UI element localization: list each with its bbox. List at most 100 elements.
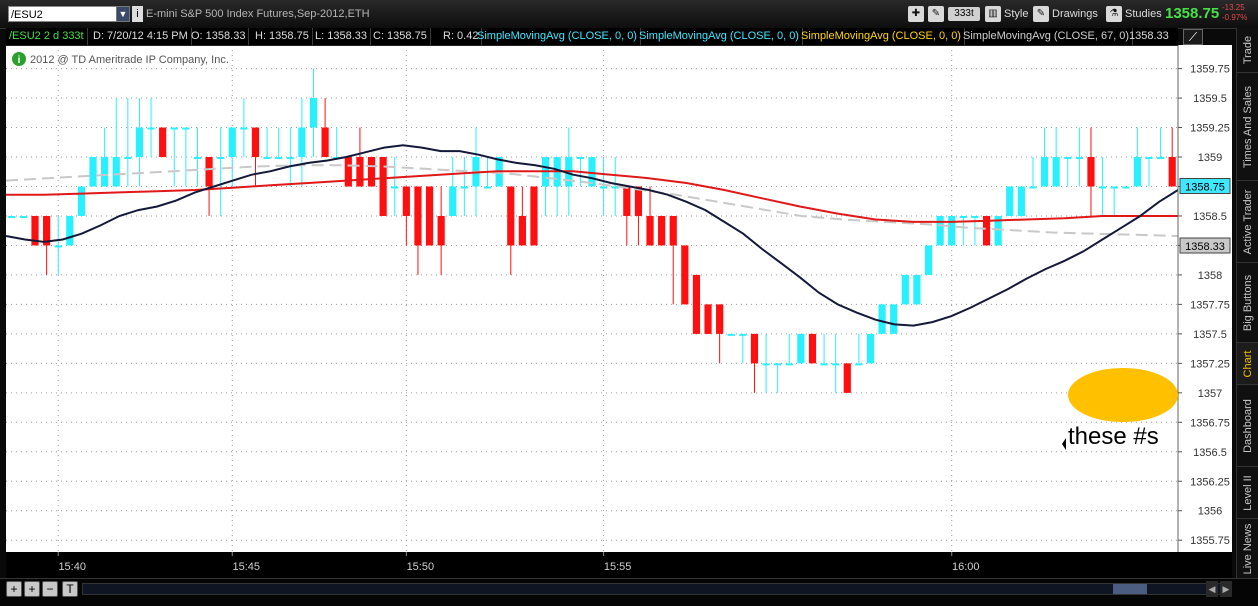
time-tick-label: 15:55 bbox=[604, 561, 632, 573]
candle-body bbox=[205, 157, 213, 187]
timeframe-selector[interactable]: 333t bbox=[948, 7, 980, 21]
bottom-toolbar: + + − T ◀ ▶ bbox=[0, 578, 1258, 606]
candle-body bbox=[77, 186, 86, 216]
candle-body bbox=[866, 333, 875, 364]
candle-body bbox=[449, 186, 457, 216]
studies-icon: ⚗ bbox=[1106, 6, 1122, 22]
info-icon[interactable]: i bbox=[132, 6, 143, 22]
price-tick-label: 1357.5 bbox=[1193, 329, 1227, 341]
candle-body bbox=[762, 363, 770, 366]
candle-body bbox=[1145, 157, 1153, 160]
time-tick-label: 16:00 bbox=[952, 561, 980, 573]
candle-body bbox=[855, 363, 863, 366]
candle-body bbox=[518, 215, 526, 246]
price-tick-label: 1356.25 bbox=[1190, 476, 1230, 488]
last-price: 1358.75 bbox=[1165, 5, 1220, 22]
candle-body bbox=[298, 127, 306, 158]
plot-area bbox=[6, 45, 1178, 552]
candle-body bbox=[356, 157, 364, 187]
candle-body bbox=[600, 186, 608, 189]
net-change: -13.25 bbox=[1222, 3, 1245, 12]
candle-body bbox=[182, 127, 190, 130]
candle-body bbox=[1122, 186, 1130, 189]
instrument-description: E-mini S&P 500 Index Futures,Sep-2012,ET… bbox=[146, 8, 370, 20]
percent-change: -0.97% bbox=[1222, 13, 1248, 22]
drawings-button[interactable]: ✎ Drawings bbox=[1033, 5, 1098, 23]
tab-times-and-sales[interactable]: Times And Sales bbox=[1237, 73, 1258, 181]
time-tick-label: 15:50 bbox=[407, 561, 435, 573]
candle-body bbox=[890, 304, 898, 334]
studies-button[interactable]: ⚗ Studies bbox=[1106, 5, 1162, 23]
candle-body bbox=[437, 215, 445, 246]
symbol-input[interactable]: /ESU2 bbox=[8, 6, 118, 22]
candle-body bbox=[704, 304, 712, 334]
price-chart[interactable]: 1359.75 1359.5 1359.25 1359 1358.75 1358.5 135… bbox=[0, 0, 1236, 578]
scrollbar-thumb[interactable] bbox=[1113, 584, 1147, 594]
candle-body bbox=[808, 333, 817, 364]
studies-label: Studies bbox=[1125, 8, 1162, 20]
candle-body bbox=[8, 215, 16, 218]
zoom-fit-button[interactable]: + bbox=[24, 581, 40, 597]
text-tool-button[interactable]: T bbox=[62, 581, 78, 597]
candle-body bbox=[1087, 157, 1095, 187]
tab-chart[interactable]: Chart bbox=[1237, 343, 1258, 385]
candle-body bbox=[820, 363, 828, 366]
status-study-1: SimpleMovingAvg (CLOSE, 0, 0) bbox=[474, 28, 641, 45]
time-tick-label: 15:40 bbox=[58, 561, 86, 573]
drawing-tool-button[interactable]: ✎ bbox=[928, 5, 947, 23]
status-low: L: 1358.33 bbox=[312, 28, 371, 45]
candle-body bbox=[936, 215, 944, 246]
chart-style-toggle-button[interactable]: ⟋ bbox=[1183, 29, 1203, 45]
candle-body bbox=[530, 186, 538, 246]
status-open: O: 1358.33 bbox=[188, 28, 250, 45]
candle-body bbox=[170, 127, 178, 130]
candle-body bbox=[367, 157, 376, 187]
candle-body bbox=[1017, 186, 1025, 216]
annotation-text: these #s bbox=[1068, 423, 1159, 450]
candle-body bbox=[1168, 157, 1176, 187]
candle-body bbox=[1156, 157, 1165, 160]
candle-body bbox=[135, 127, 144, 158]
candle-body bbox=[739, 333, 747, 336]
candle-body bbox=[576, 157, 584, 160]
candle-body bbox=[1075, 157, 1083, 160]
tab-level-ii[interactable]: Level II bbox=[1237, 467, 1258, 519]
candle-body bbox=[1040, 157, 1049, 187]
crosshair-tool-button[interactable]: ✚ bbox=[908, 5, 927, 23]
price-tick-label: 1356.75 bbox=[1190, 417, 1230, 429]
candle-body bbox=[286, 157, 294, 160]
zoom-in-button[interactable]: + bbox=[6, 581, 22, 597]
tab-live-news[interactable]: Live News bbox=[1237, 519, 1258, 580]
tab-big-buttons[interactable]: Big Buttons bbox=[1237, 263, 1258, 343]
candle-body bbox=[193, 157, 202, 160]
candle-body bbox=[785, 363, 793, 366]
candle-body bbox=[1098, 186, 1107, 189]
chart-status-bar: /ESU2 2 d 333t D: 7/20/12 4:15 PM O: 135… bbox=[6, 28, 1178, 46]
drawings-icon: ✎ bbox=[1033, 6, 1049, 22]
candle-body bbox=[101, 157, 109, 187]
scroll-left-icon[interactable]: ◀ bbox=[1206, 581, 1218, 597]
tab-trade[interactable]: Trade bbox=[1237, 28, 1258, 73]
price-tick-label: 1359.25 bbox=[1190, 123, 1230, 135]
zoom-out-button[interactable]: − bbox=[42, 581, 58, 597]
drawings-label: Drawings bbox=[1052, 8, 1098, 20]
status-close: C: 1358.75 bbox=[370, 28, 431, 45]
horizontal-scrollbar[interactable] bbox=[82, 583, 1232, 595]
candle-body bbox=[634, 186, 643, 216]
candle-body bbox=[774, 363, 782, 366]
price-tick-label: 1357.25 bbox=[1190, 358, 1230, 370]
style-label: Style bbox=[1004, 8, 1029, 20]
candle-body bbox=[309, 98, 318, 128]
price-tick-label: 1355.75 bbox=[1190, 535, 1230, 547]
tab-active-trader[interactable]: Active Trader bbox=[1237, 181, 1258, 263]
scroll-right-icon[interactable]: ▶ bbox=[1220, 581, 1232, 597]
style-button[interactable]: ▥ Style bbox=[985, 5, 1028, 23]
copyright-text: 2012 @ TD Ameritrade IP Company, Inc. bbox=[30, 54, 229, 66]
tab-dashboard[interactable]: Dashboard bbox=[1237, 385, 1258, 467]
candle-body bbox=[924, 245, 933, 275]
candle-body bbox=[646, 215, 654, 246]
right-sidebar: Trade Times And Sales Active Trader Big … bbox=[1236, 28, 1258, 580]
trend-icon: ⟋ bbox=[1188, 30, 1198, 44]
highlight-ellipse bbox=[1068, 368, 1178, 422]
symbol-dropdown-icon[interactable]: ▼ bbox=[116, 6, 130, 22]
